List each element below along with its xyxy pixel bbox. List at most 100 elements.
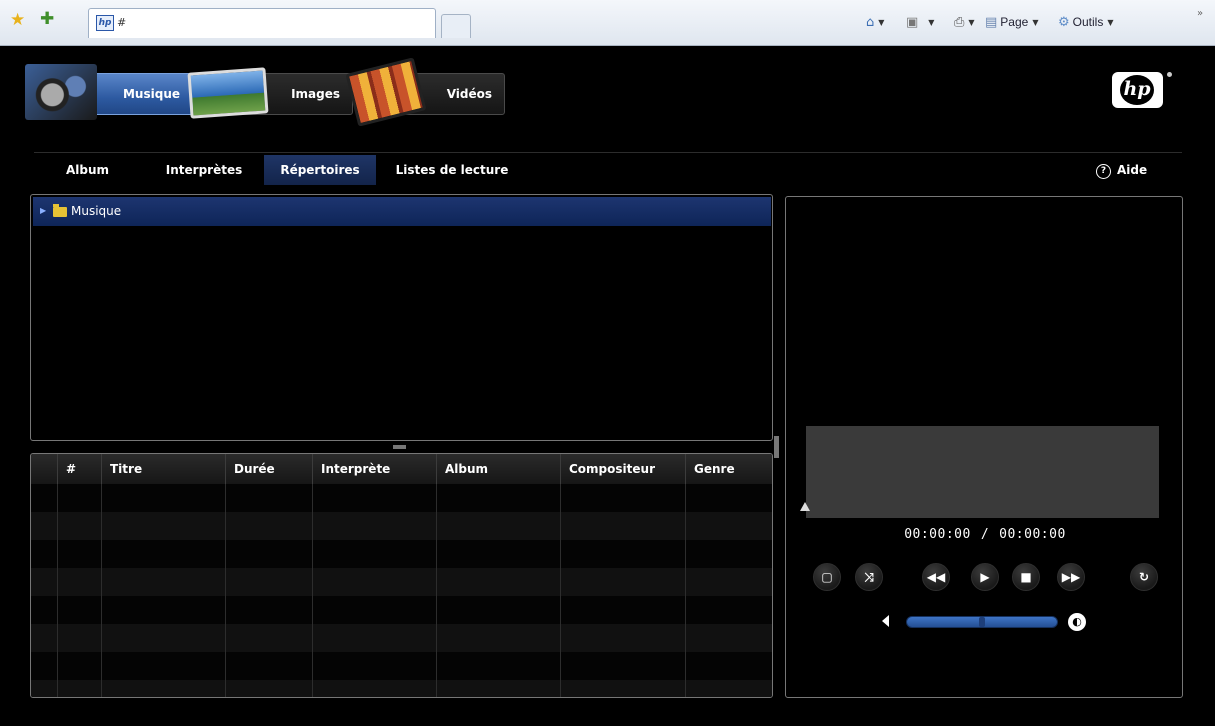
- tracks-table: # Titre Durée Interprète Album Composite…: [30, 453, 773, 698]
- column-header-genre[interactable]: Genre: [685, 454, 772, 484]
- add-favorite-icon[interactable]: ✚: [40, 11, 54, 28]
- tab-listes-de-lecture[interactable]: Listes de lecture: [382, 155, 522, 185]
- play-icon: ▶: [980, 570, 990, 584]
- print-button[interactable]: ⎙ ▼: [954, 13, 975, 31]
- feeds-icon: ▣: [906, 14, 919, 30]
- seek-marker-icon[interactable]: [800, 502, 810, 511]
- folder-icon: [53, 204, 67, 217]
- column-header-titre[interactable]: Titre: [101, 454, 225, 484]
- table-row[interactable]: [31, 652, 772, 680]
- column-divider: [225, 454, 226, 697]
- table-row[interactable]: [31, 596, 772, 624]
- hp-logo-text: hp: [1120, 75, 1154, 105]
- tab-images-label: Images: [291, 87, 340, 101]
- table-row[interactable]: [31, 484, 772, 512]
- volume-slider-thumb[interactable]: [979, 617, 985, 627]
- tools-menu[interactable]: ⚙ Outils ▼: [1058, 13, 1114, 31]
- page-icon: ▤: [985, 14, 998, 30]
- fast-forward-icon: ▶▶: [1061, 570, 1081, 584]
- tools-gear-icon: ⚙: [1058, 14, 1070, 30]
- time-display: 00:00:00 / 00:00:00: [786, 527, 1184, 542]
- rewind-button[interactable]: ◀◀: [922, 563, 950, 591]
- column-divider: [57, 454, 58, 697]
- table-row[interactable]: [31, 540, 772, 568]
- new-tab-button[interactable]: [441, 14, 471, 38]
- view-tabs: Album Interprètes Répertoires Listes de …: [0, 155, 1215, 185]
- shuffle-icon: ⤨: [864, 570, 874, 584]
- tab-musique[interactable]: Musique: [25, 64, 193, 120]
- tab-album[interactable]: Album: [56, 155, 118, 185]
- divider: [34, 152, 1182, 153]
- chevron-down-icon: ▼: [1107, 17, 1114, 27]
- tab-musique-label: Musique: [122, 87, 180, 101]
- column-header-duree[interactable]: Durée: [225, 454, 312, 484]
- tab-videos[interactable]: Vidéos: [345, 57, 505, 127]
- repeat-button[interactable]: ↻: [1130, 563, 1158, 591]
- film-icon: [345, 57, 427, 127]
- elapsed-time: 00:00:00: [904, 527, 971, 542]
- media-app: Musique Images Vidéos hp Album Interprèt…: [0, 46, 1215, 726]
- column-divider: [436, 454, 437, 697]
- home-button[interactable]: ⌂ ▼: [866, 13, 884, 31]
- column-header-album[interactable]: Album: [436, 454, 560, 484]
- repeat-icon: ↻: [1138, 570, 1150, 584]
- rewind-icon: ◀◀: [926, 570, 946, 584]
- shuffle-button[interactable]: ⤨: [855, 563, 883, 591]
- column-header-interprete[interactable]: Interprète: [312, 454, 436, 484]
- chevron-down-icon: ▼: [1032, 17, 1039, 27]
- registered-mark-icon: [1167, 72, 1172, 77]
- page-menu-label: Page: [1000, 15, 1029, 29]
- fast-forward-button[interactable]: ▶▶: [1057, 563, 1085, 591]
- page-menu[interactable]: ▤ Page ▼: [985, 13, 1038, 31]
- tree-item-musique[interactable]: ▶ Musique: [33, 197, 771, 226]
- table-row[interactable]: [31, 512, 772, 540]
- column-header-compositeur[interactable]: Compositeur: [560, 454, 685, 484]
- vertical-splitter-handle[interactable]: [774, 436, 779, 458]
- table-row[interactable]: [31, 568, 772, 596]
- hp-favicon-icon: hp: [96, 15, 114, 31]
- tab-repertoires[interactable]: Répertoires: [264, 155, 376, 185]
- chevron-down-icon: ▼: [878, 17, 885, 27]
- tab-images[interactable]: Images: [187, 67, 353, 119]
- chevron-down-icon: ▼: [928, 17, 935, 27]
- feeds-button[interactable]: ▣ ▼: [906, 13, 934, 31]
- browser-toolbar: ★ ✚ hp # ⌂ ▼ ▣ ▼ ⎙ ▼ ▤ Page ▼ ⚙ Outils ▼…: [0, 0, 1215, 46]
- headphones-icon: [25, 64, 97, 120]
- browser-tab-title: #: [117, 16, 127, 29]
- volume-up-icon[interactable]: ◐: [1068, 613, 1086, 631]
- home-icon: ⌂: [866, 14, 875, 30]
- column-divider: [560, 454, 561, 697]
- player-panel: 00:00:00 / 00:00:00 ▢ ⤨ ◀◀ ▶ ■ ▶▶ ↻ ◐: [785, 196, 1183, 698]
- table-row[interactable]: [31, 680, 772, 697]
- play-button[interactable]: ▶: [971, 563, 999, 591]
- help-label: Aide: [1117, 163, 1148, 177]
- more-commands-icon[interactable]: »: [1197, 8, 1203, 19]
- tracks-table-header: # Titre Durée Interprète Album Composite…: [31, 454, 772, 484]
- column-divider: [101, 454, 102, 697]
- tools-menu-label: Outils: [1072, 15, 1104, 29]
- tab-interpretes[interactable]: Interprètes: [152, 155, 256, 185]
- video-display: [806, 426, 1159, 518]
- tree-item-label: Musique: [71, 204, 122, 218]
- volume-slider[interactable]: [906, 616, 1058, 628]
- folder-tree-panel: ▶ Musique: [30, 194, 773, 441]
- print-icon: ⎙: [954, 14, 965, 30]
- chevron-down-icon: ▼: [968, 17, 975, 27]
- favorites-star-icon[interactable]: ★: [10, 12, 25, 29]
- total-time: 00:00:00: [999, 527, 1066, 542]
- column-divider: [685, 454, 686, 697]
- time-separator: /: [980, 527, 990, 542]
- horizontal-splitter-handle[interactable]: [393, 445, 406, 449]
- hp-logo: hp: [1112, 72, 1163, 108]
- photo-icon: [187, 67, 269, 119]
- column-header-number[interactable]: #: [57, 454, 101, 484]
- help-button[interactable]: ? Aide: [1096, 155, 1147, 185]
- stop-icon: ■: [1020, 570, 1032, 584]
- volume-down-icon[interactable]: [882, 615, 889, 627]
- browser-tab[interactable]: hp #: [88, 8, 436, 38]
- tab-videos-label: Vidéos: [446, 87, 492, 101]
- fullscreen-button[interactable]: ▢: [813, 563, 841, 591]
- expand-arrow-icon[interactable]: ▶: [40, 206, 46, 215]
- table-row[interactable]: [31, 624, 772, 652]
- stop-button[interactable]: ■: [1012, 563, 1040, 591]
